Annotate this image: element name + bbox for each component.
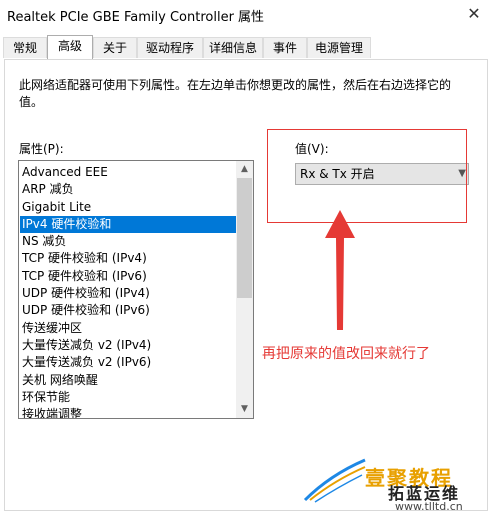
list-item[interactable]: 大量传送减负 v2 (IPv6) — [20, 354, 236, 371]
list-item[interactable]: ARP 减负 — [20, 181, 236, 198]
tab-events[interactable]: 事件 — [263, 37, 307, 58]
chevron-down-icon[interactable]: ▼ — [236, 401, 253, 418]
annotation-arrow-icon — [325, 210, 355, 330]
tab-details[interactable]: 详细信息 — [203, 37, 263, 58]
list-item[interactable]: 环保节能 — [20, 389, 236, 406]
list-item-selected[interactable]: IPv4 硬件校验和 — [20, 215, 236, 234]
window-title: Realtek PCIe GBE Family Controller 属性 — [7, 10, 265, 25]
list-item[interactable]: Advanced EEE — [20, 164, 236, 181]
highlight-box — [267, 129, 467, 223]
close-icon[interactable]: ✕ — [463, 3, 485, 25]
tab-driver[interactable]: 驱动程序 — [137, 37, 203, 58]
annotation-text: 再把原来的值改回来就行了 — [262, 346, 430, 362]
list-scrollbar[interactable]: ▲ ▼ — [236, 161, 253, 418]
list-item[interactable]: 大量传送减负 v2 (IPv4) — [20, 337, 236, 354]
list-item[interactable]: 关机 网络唤醒 — [20, 372, 236, 389]
property-list[interactable]: Advanced EEE ARP 减负 Gigabit Lite IPv4 硬件… — [18, 160, 254, 419]
list-item[interactable]: NS 减负 — [20, 233, 236, 250]
list-item[interactable]: 传送缓冲区 — [20, 320, 236, 337]
list-item[interactable]: TCP 硬件校验和 (IPv4) — [20, 250, 236, 267]
list-item[interactable]: 接收端调整 — [20, 406, 236, 418]
property-label: 属性(P): — [19, 142, 64, 156]
list-item[interactable]: UDP 硬件校验和 (IPv6) — [20, 302, 236, 319]
tab-about[interactable]: 关于 — [93, 37, 137, 58]
list-item[interactable]: Gigabit Lite — [20, 199, 236, 216]
scroll-thumb[interactable] — [237, 178, 252, 298]
list-item[interactable]: TCP 硬件校验和 (IPv6) — [20, 268, 236, 285]
tab-general[interactable]: 常规 — [3, 37, 47, 58]
list-item[interactable]: UDP 硬件校验和 (IPv4) — [20, 285, 236, 302]
tab-advanced[interactable]: 高级 — [47, 35, 93, 59]
tab-power-management[interactable]: 电源管理 — [307, 37, 371, 58]
watermark-url: www.tlltd.cn — [395, 500, 463, 513]
watermark-logo-icon — [303, 458, 366, 503]
chevron-up-icon[interactable]: ▲ — [236, 161, 253, 178]
description-text: 此网络适配器可使用下列属性。在左边单击你想更改的属性，然后在右边选择它的值。 — [19, 78, 452, 109]
title-bar: Realtek PCIe GBE Family Controller 属性 ✕ — [0, 0, 493, 30]
